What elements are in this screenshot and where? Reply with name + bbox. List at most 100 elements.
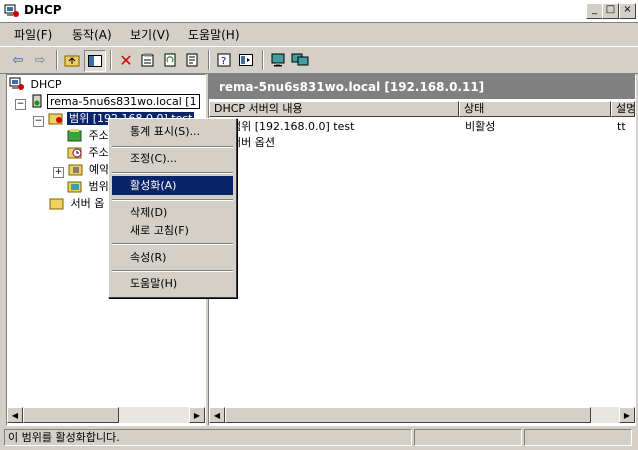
menu-separator (112, 243, 233, 245)
back-button[interactable]: ⇦ (8, 50, 28, 70)
scope-folder-icon (48, 113, 62, 125)
scroll-left-button[interactable]: ◀ (209, 407, 225, 423)
help-button[interactable]: ? (214, 50, 234, 70)
tree-item-reservations[interactable]: + 예약 (53, 162, 111, 178)
arrow-left-icon: ◀ (213, 410, 221, 420)
column-header-status[interactable]: 상태 (459, 101, 611, 117)
address-pool-icon (67, 129, 82, 142)
row-description: tt (617, 120, 626, 133)
tree-item-server[interactable]: − rema-5nu6s831wo.local [1 (15, 94, 200, 110)
status-message: 이 범위를 활성화합니다. (4, 429, 412, 446)
menu-view[interactable]: 보기(V) (130, 26, 170, 43)
maximize-icon: □ (605, 4, 616, 15)
minimize-icon: _ (592, 4, 597, 15)
close-button[interactable]: × (619, 3, 636, 19)
column-header-description[interactable]: 설명 (611, 101, 635, 117)
toolbar-separator (56, 50, 58, 70)
status-pane-3 (524, 429, 632, 446)
collapse-icon[interactable]: − (33, 116, 44, 127)
show-hide-tree-button[interactable] (84, 50, 106, 72)
show-hide-tree-icon (88, 55, 102, 67)
forward-button[interactable]: ⇨ (30, 50, 50, 70)
scroll-thumb[interactable] (23, 407, 119, 423)
console-button[interactable] (236, 50, 256, 70)
tree-hscrollbar[interactable]: ◀ ▶ (7, 407, 205, 423)
row-content: 범위 [192.168.0.0] test (231, 120, 355, 133)
column-header-content[interactable]: DHCP 서버의 내용 (209, 101, 459, 117)
menu-action[interactable]: 동작(A) (72, 26, 112, 43)
ctx-reconcile[interactable]: 조정(C)... (112, 149, 233, 168)
context-menu: 통계 표시(S)... 조정(C)... 활성화(A) 삭제(D) 새로 고침(… (108, 118, 237, 298)
ctx-delete[interactable]: 삭제(D) (112, 203, 233, 222)
forward-arrow-icon: ⇨ (34, 52, 46, 68)
tree-item-address-pool[interactable]: 주소 (67, 128, 111, 144)
scroll-left-button[interactable]: ◀ (7, 407, 23, 423)
monitor-add-icon (291, 53, 309, 66)
properties-button[interactable] (138, 50, 158, 70)
refresh-icon (164, 53, 176, 67)
ctx-properties[interactable]: 속성(R) (112, 248, 233, 267)
dhcp-app-icon (4, 4, 19, 17)
details-header: rema-5nu6s831wo.local [192.168.0.11] (209, 75, 635, 99)
close-icon: × (623, 4, 632, 15)
menu-file[interactable]: 파일(F) (14, 26, 52, 43)
monitor-button[interactable] (268, 50, 288, 70)
up-folder-icon (64, 55, 80, 67)
tree-item-address-leases[interactable]: 주소 (67, 145, 111, 161)
tree-item-scope-options[interactable]: 범위 (67, 179, 111, 195)
status-pane-2 (414, 429, 522, 446)
monitor-add-button[interactable] (290, 50, 310, 70)
expand-icon[interactable]: + (53, 167, 64, 178)
scope-options-icon (67, 181, 82, 193)
dhcp-root-icon (9, 77, 24, 90)
menu-separator (112, 172, 233, 174)
ctx-activate[interactable]: 활성화(A) (112, 176, 233, 195)
scroll-thumb[interactable] (225, 407, 591, 423)
details-hscrollbar[interactable]: ◀ ▶ (209, 407, 635, 423)
maximize-button[interactable]: □ (602, 3, 619, 19)
toolbar: ⇦ ⇨ ✕ ? (0, 46, 638, 74)
minimize-button[interactable]: _ (586, 3, 603, 19)
list-item[interactable]: 범위 [192.168.0.0] test 비활성 tt (209, 119, 635, 135)
arrow-right-icon: ▶ (193, 410, 201, 420)
toolbar-separator (110, 50, 112, 70)
status-bar: 이 범위를 활성화합니다. (0, 426, 638, 450)
list-item[interactable]: 서버 옵션 (209, 135, 635, 151)
refresh-button[interactable] (160, 50, 180, 70)
export-list-icon (186, 53, 198, 67)
ctx-help[interactable]: 도움말(H) (112, 274, 233, 293)
delete-icon: ✕ (119, 50, 133, 70)
collapse-icon[interactable]: − (15, 99, 26, 110)
ctx-refresh[interactable]: 새로 고침(F) (112, 221, 233, 240)
tree-label: 서버 옵 (70, 197, 105, 210)
tree-label: DHCP (30, 78, 62, 91)
scroll-right-button[interactable]: ▶ (619, 407, 635, 423)
menu-bar: 파일(F) 동작(A) 보기(V) 도움말(H) (0, 23, 638, 43)
details-pane[interactable]: rema-5nu6s831wo.local [192.168.0.11] DHC… (208, 74, 636, 426)
server-options-folder-icon (49, 198, 64, 210)
tree-item-server-options[interactable]: 서버 옵 (49, 196, 106, 212)
scroll-right-button[interactable]: ▶ (189, 407, 205, 423)
delete-button[interactable]: ✕ (116, 50, 136, 70)
address-leases-icon (67, 147, 82, 159)
row-status: 비활성 (465, 120, 496, 133)
menu-help[interactable]: 도움말(H) (188, 26, 240, 43)
menu-separator (112, 199, 233, 201)
reservations-icon (68, 164, 82, 176)
window-title: DHCP (24, 3, 62, 17)
console-icon (239, 54, 253, 66)
properties-icon (141, 53, 154, 67)
row-content: 서버 옵션 (231, 136, 275, 149)
toolbar-separator (208, 50, 210, 70)
help-icon: ? (217, 53, 231, 67)
arrow-right-icon: ▶ (623, 410, 631, 420)
title-bar: DHCP _ □ × (0, 0, 638, 23)
back-arrow-icon: ⇦ (12, 52, 24, 68)
tree-label: rema-5nu6s831wo.local [1 (47, 94, 200, 109)
server-icon (32, 94, 41, 108)
export-list-button[interactable] (182, 50, 202, 70)
up-button[interactable] (62, 50, 82, 70)
arrow-left-icon: ◀ (11, 410, 19, 420)
ctx-show-statistics[interactable]: 통계 표시(S)... (112, 122, 233, 141)
tree-item-dhcp[interactable]: DHCP (9, 77, 64, 93)
